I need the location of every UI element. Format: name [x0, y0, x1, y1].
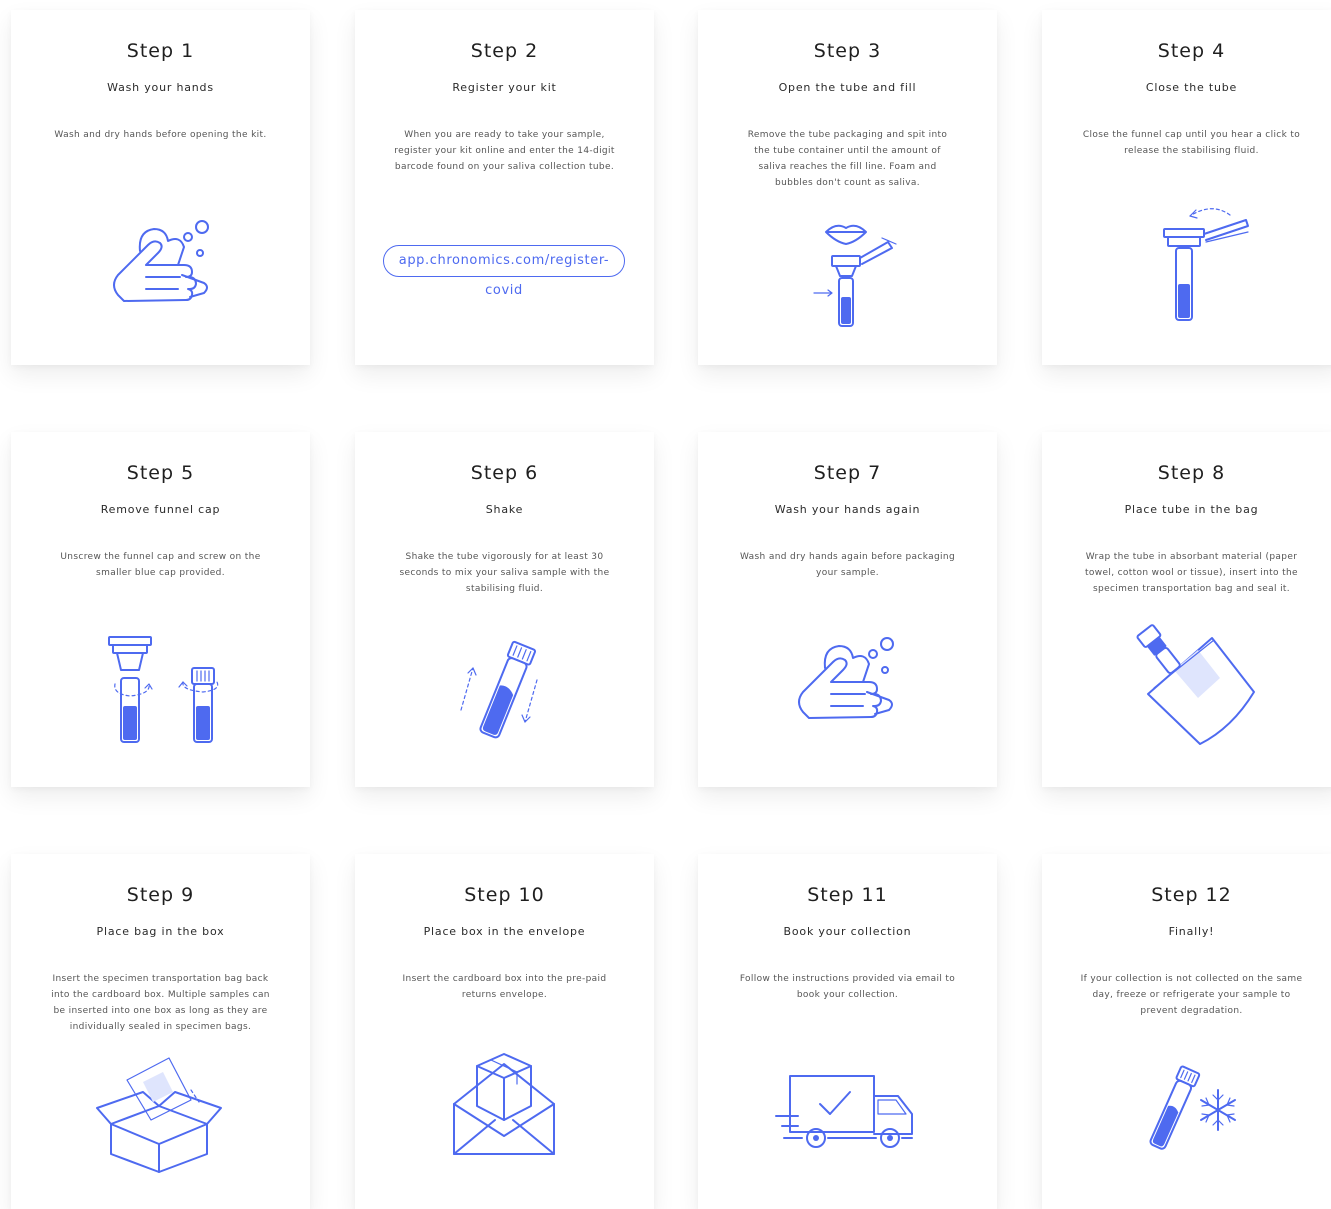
bag-box-icon	[96, 1057, 222, 1173]
step-card-6: Step 6 Shake Shake the tube vigorously f…	[355, 432, 654, 787]
swap-cap-icon	[108, 636, 219, 743]
step-title: Step 2	[470, 40, 539, 62]
register-link-button[interactable]: app.chronomics.com/register-covid	[383, 245, 625, 298]
step-card-11: Step 11 Book your collection Follow the …	[698, 854, 997, 1209]
step-card-1: Step 1 Wash your hands Wash and dry hand…	[11, 10, 310, 365]
step-card-2: Step 2 Register your kit When you are re…	[355, 10, 654, 365]
step-card-3: Step 3 Open the tube and fill Remove the…	[698, 10, 997, 365]
box-envelope-icon	[453, 1053, 555, 1155]
step-description: When you are ready to take your sample, …	[394, 130, 615, 172]
step-card-7: Step 7 Wash your hands again Wash and dr…	[698, 432, 997, 787]
step-card-12: Step 12 Finally! If your collection is n…	[1042, 854, 1331, 1209]
step-subtitle: Register your kit	[452, 81, 557, 94]
step-card-5: Step 5 Remove funnel cap Unscrew the fun…	[11, 432, 310, 787]
step-card-9: Step 9 Place bag in the box Insert the s…	[11, 854, 310, 1209]
step-card-10: Step 10 Place box in the envelope Insert…	[355, 854, 654, 1209]
step-card-8: Step 8 Place tube in the bag Wrap the tu…	[1042, 432, 1331, 787]
close-tube-icon	[1163, 208, 1249, 321]
delivery-truck-icon	[775, 1075, 913, 1148]
shake-tube-icon	[460, 640, 538, 739]
hands-washing-icon	[798, 637, 894, 719]
hands-washing-icon	[113, 220, 209, 302]
tube-bag-icon	[1136, 624, 1255, 745]
step-card-4: Step 4 Close the tube Close the funnel c…	[1042, 10, 1331, 365]
spit-tube-icon	[813, 224, 897, 327]
freeze-tube-icon	[1149, 1065, 1236, 1150]
